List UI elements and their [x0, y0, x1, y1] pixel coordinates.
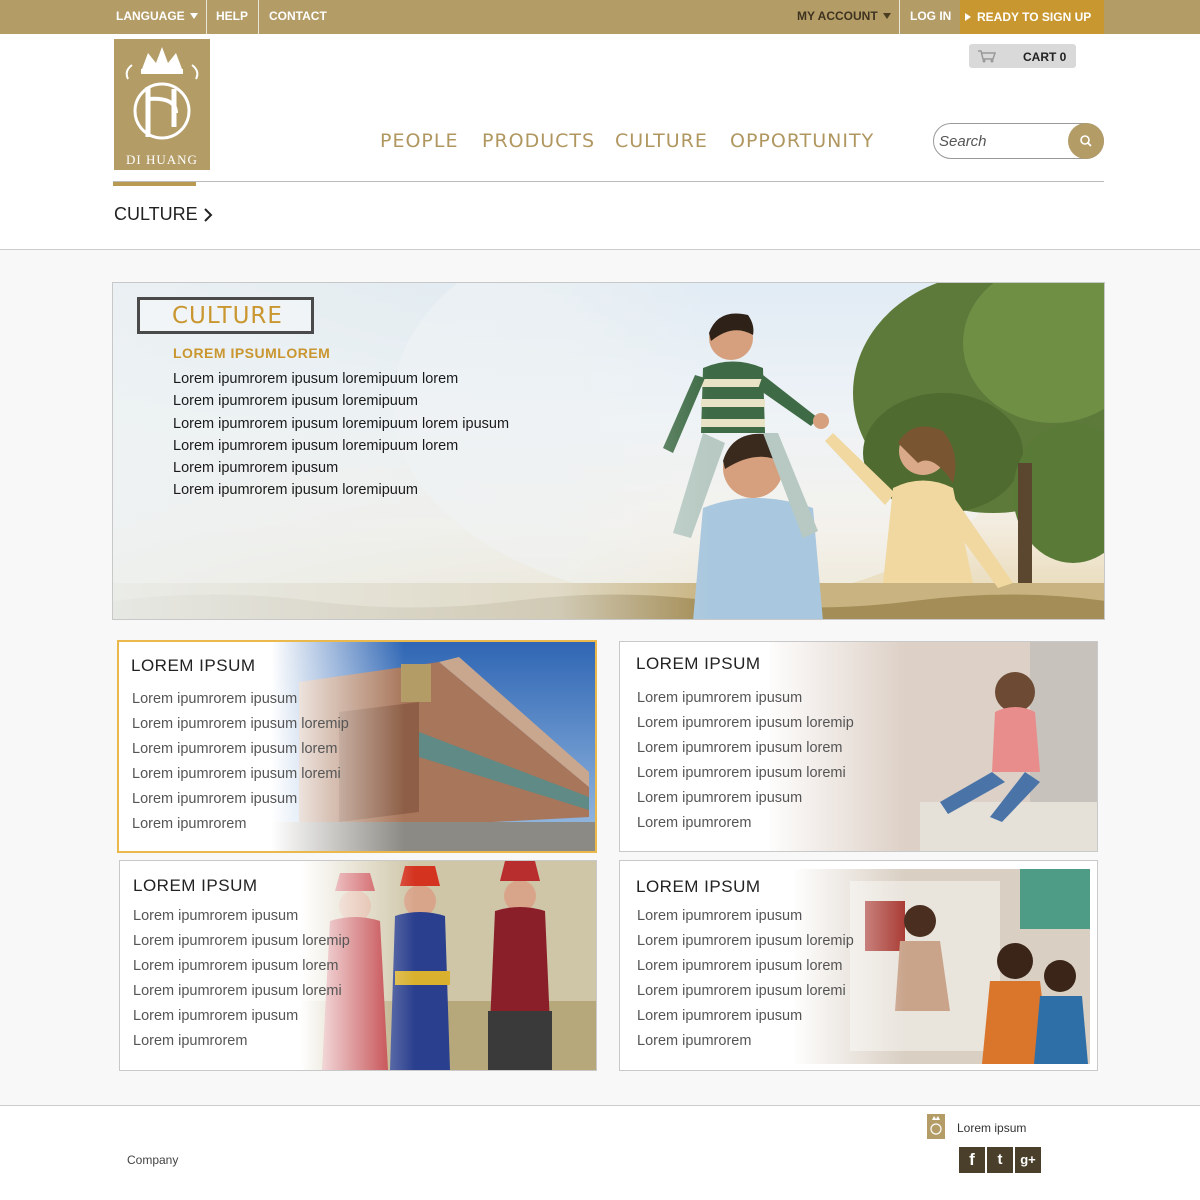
- card-text: Lorem ipumrorem ipusum Lorem ipumrorem i…: [637, 690, 854, 840]
- card-line[interactable]: Lorem ipumrorem ipusum: [637, 790, 854, 815]
- card-text: Lorem ipumrorem ipusum Lorem ipumrorem i…: [133, 908, 350, 1058]
- chevron-down-icon: [189, 13, 198, 19]
- footer-text: Lorem ipsum: [957, 1121, 1027, 1135]
- card-line[interactable]: Lorem ipumrorem ipusum lorem: [637, 740, 854, 765]
- card-line[interactable]: Lorem ipumrorem ipusum: [637, 908, 854, 933]
- card-line[interactable]: Lorem ipumrorem ipusum: [637, 690, 854, 715]
- login-link[interactable]: LOG IN: [910, 0, 951, 34]
- card-line[interactable]: Lorem ipumrorem ipusum loremi: [637, 765, 854, 790]
- search-input[interactable]: [939, 131, 1064, 151]
- card-line[interactable]: Lorem ipumrorem: [132, 816, 349, 841]
- chevron-right-icon: [204, 208, 213, 222]
- card-text: Lorem ipumrorem ipusum Lorem ipumrorem i…: [637, 908, 854, 1058]
- divider: [206, 0, 207, 34]
- card-title: LOREM IPSUM: [636, 654, 761, 673]
- hero-title: CULTURE: [172, 303, 283, 329]
- card-text: Lorem ipumrorem ipusum Lorem ipumrorem i…: [132, 691, 349, 841]
- card-line[interactable]: Lorem ipumrorem ipusum: [133, 1008, 350, 1033]
- card-line[interactable]: Lorem ipumrorem ipusum loremip: [637, 933, 854, 958]
- hero-title-frame: CULTURE: [137, 297, 314, 334]
- content-card-child[interactable]: LOREM IPSUM Lorem ipumrorem ipusum Lorem…: [619, 641, 1098, 852]
- footer: Company Lorem ipsum f t g+: [0, 1105, 1200, 1200]
- hero-line: Lorem ipumrorem ipusum loremipuum lorem …: [173, 415, 510, 432]
- card-title: LOREM IPSUM: [636, 877, 761, 896]
- search-icon: [1080, 135, 1092, 147]
- content-card-factory[interactable]: LOREM IPSUM Lorem ipumrorem ipusum Lorem…: [117, 640, 597, 853]
- chevron-down-icon: [882, 13, 891, 19]
- cart-label: CART 0: [1023, 50, 1067, 64]
- company-link[interactable]: Company: [127, 1153, 178, 1167]
- card-line[interactable]: Lorem ipumrorem ipusum lorem: [637, 958, 854, 983]
- my-account-label: MY ACCOUNT: [797, 9, 878, 23]
- logo-text: DI HUANG: [126, 152, 198, 167]
- card-line[interactable]: Lorem ipumrorem ipusum: [132, 691, 349, 716]
- card-title: LOREM IPSUM: [133, 876, 258, 895]
- hero-line: Lorem ipumrorem ipusum: [173, 460, 339, 477]
- hero-text: Lorem ipumrorem ipusum loremipuum lorem …: [173, 371, 509, 505]
- card-line[interactable]: Lorem ipumrorem: [133, 1033, 350, 1058]
- cart-icon: [978, 50, 997, 63]
- crown-logo-icon: [125, 47, 199, 140]
- card-line[interactable]: Lorem ipumrorem ipusum lorem: [132, 741, 349, 766]
- footer-logo-icon: [927, 1114, 945, 1139]
- nav-people[interactable]: PEOPLE: [380, 130, 458, 154]
- cart-button[interactable]: CART 0: [969, 44, 1076, 68]
- header: DI HUANG CART 0 PEOPLE PRODUCTS CULTURE …: [0, 34, 1200, 250]
- card-line[interactable]: Lorem ipumrorem ipusum loremip: [637, 715, 854, 740]
- brand-logo[interactable]: DI HUANG: [114, 39, 210, 170]
- google-plus-icon[interactable]: g+: [1015, 1147, 1041, 1173]
- content-card-tradition[interactable]: LOREM IPSUM Lorem ipumrorem ipusum Lorem…: [119, 860, 597, 1071]
- card-line[interactable]: Lorem ipumrorem: [637, 1033, 854, 1058]
- hero-subtitle: LOREM IPSUMLOREM: [173, 345, 331, 361]
- card-line[interactable]: Lorem ipumrorem ipusum loremip: [132, 716, 349, 741]
- content-card-community[interactable]: LOREM IPSUM Lorem ipumrorem ipusum Lorem…: [619, 860, 1098, 1071]
- hero-line: Lorem ipumrorem ipusum loremipuum: [173, 393, 418, 410]
- hero-line: Lorem ipumrorem ipusum loremipuum lorem: [173, 371, 459, 387]
- card-line[interactable]: Lorem ipumrorem ipusum loremi: [132, 766, 349, 791]
- divider: [899, 0, 900, 34]
- facebook-icon[interactable]: f: [959, 1147, 985, 1173]
- play-arrow-icon: [965, 13, 971, 21]
- crown-logo-icon: [930, 1116, 942, 1135]
- hero-line: Lorem ipumrorem ipusum loremipuum lorem: [173, 437, 459, 454]
- card-line[interactable]: Lorem ipumrorem ipusum: [133, 908, 350, 933]
- card-line[interactable]: Lorem ipumrorem ipusum loremi: [133, 983, 350, 1008]
- card-line[interactable]: Lorem ipumrorem ipusum: [637, 1008, 854, 1033]
- logo-underline: [113, 182, 196, 186]
- signup-button[interactable]: READY TO SIGN UP: [960, 0, 1104, 34]
- search-box: [933, 123, 1104, 159]
- card-line[interactable]: Lorem ipumrorem ipusum loremi: [637, 983, 854, 1008]
- contact-link[interactable]: CONTACT: [269, 0, 327, 34]
- language-menu[interactable]: LANGUAGE: [116, 0, 198, 34]
- card-title: LOREM IPSUM: [131, 656, 256, 675]
- card-line[interactable]: Lorem ipumrorem ipusum lorem: [133, 958, 350, 983]
- language-label: LANGUAGE: [116, 9, 185, 23]
- nav-products[interactable]: PRODUCTS: [482, 130, 595, 154]
- top-bar: LANGUAGE HELP CONTACT MY ACCOUNT LOG IN …: [0, 0, 1200, 34]
- page: LANGUAGE HELP CONTACT MY ACCOUNT LOG IN …: [0, 0, 1200, 1200]
- divider: [258, 0, 259, 34]
- breadcrumb[interactable]: CULTURE: [114, 204, 198, 225]
- hero-line: Lorem ipumrorem ipusum loremipuum: [173, 482, 418, 499]
- nav-culture[interactable]: CULTURE: [615, 130, 708, 154]
- my-account-menu[interactable]: MY ACCOUNT: [797, 0, 891, 34]
- help-link[interactable]: HELP: [216, 0, 248, 34]
- card-line[interactable]: Lorem ipumrorem ipusum: [132, 791, 349, 816]
- search-button[interactable]: [1068, 123, 1104, 159]
- twitter-icon[interactable]: t: [987, 1147, 1013, 1173]
- hero-banner: CULTURE LOREM IPSUMLOREM Lorem ipumrorem…: [112, 282, 1105, 620]
- nav-opportunity[interactable]: OPPORTUNITY: [730, 130, 874, 154]
- signup-label: READY TO SIGN UP: [977, 10, 1092, 24]
- header-divider: [113, 181, 1104, 182]
- card-line[interactable]: Lorem ipumrorem ipusum loremip: [133, 933, 350, 958]
- card-line[interactable]: Lorem ipumrorem: [637, 815, 854, 840]
